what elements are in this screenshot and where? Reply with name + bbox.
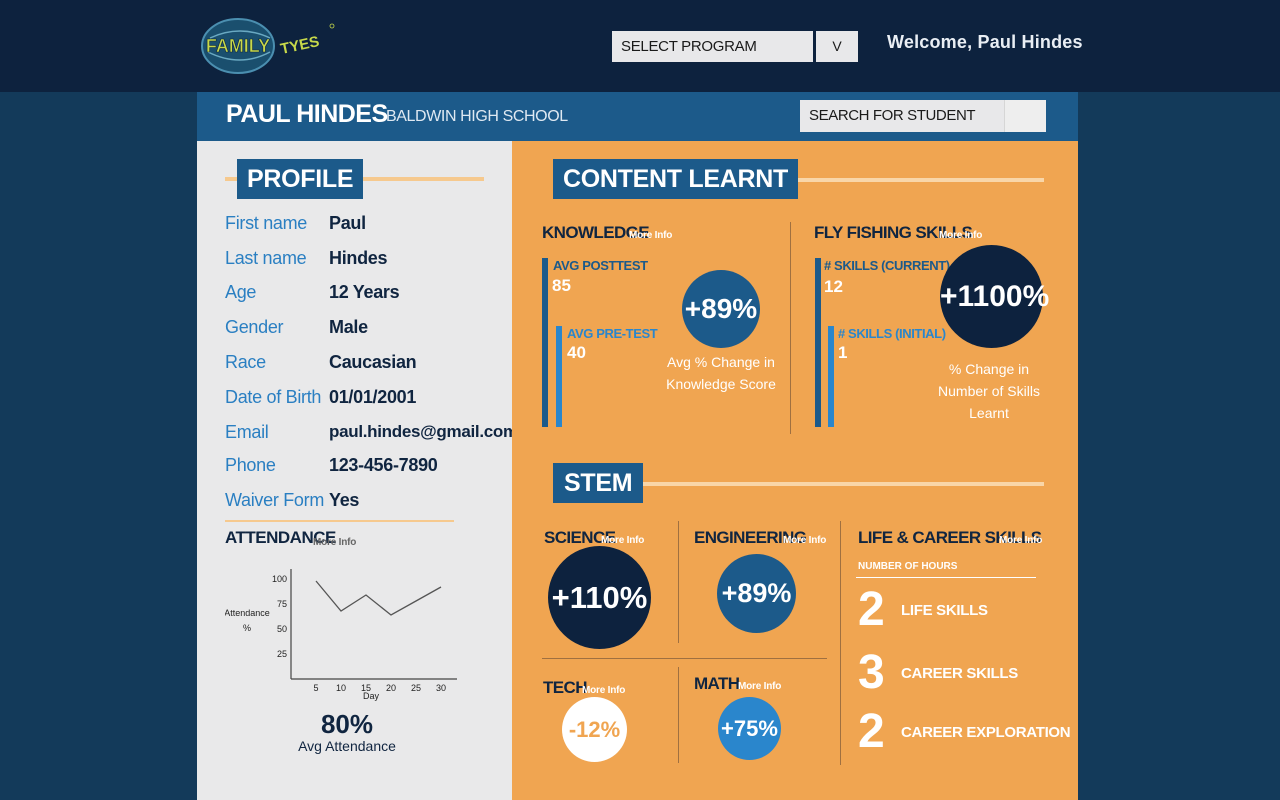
program-select[interactable]: SELECT PROGRAM bbox=[612, 31, 813, 62]
attendance-x-tick-label: 5 bbox=[313, 683, 318, 693]
knowledge-more-info-link[interactable]: More Info bbox=[629, 230, 672, 241]
profile-value: 12 Years bbox=[329, 282, 400, 302]
life-career-more-info-link[interactable]: More Info bbox=[999, 535, 1042, 546]
attendance-x-tick-label: 30 bbox=[436, 683, 446, 693]
attendance-line bbox=[315, 580, 442, 616]
engineering-change-circle: +89% bbox=[717, 554, 796, 633]
skills-initial-value: 1 bbox=[838, 343, 848, 362]
attendance-y-axis-label: Attendance% bbox=[225, 608, 270, 633]
stem-divider bbox=[840, 521, 841, 765]
profile-label: Gender bbox=[225, 317, 284, 337]
content-learnt-title: CONTENT LEARNT bbox=[553, 159, 798, 199]
stem-hdivider bbox=[542, 658, 827, 659]
avg-attendance-label: Avg Attendance bbox=[298, 738, 396, 754]
skills-current-value: 12 bbox=[824, 277, 843, 296]
metrics-panel: CONTENT LEARNT KNOWLEDGE More Info AVG P… bbox=[512, 141, 1078, 800]
hours-subtitle-line bbox=[856, 577, 1036, 578]
welcome-text: Welcome, Paul Hindes bbox=[887, 32, 1083, 52]
profile-value: Caucasian bbox=[329, 352, 417, 372]
profile-value: 01/01/2001 bbox=[329, 387, 417, 407]
school-name: BALDWIN HIGH SCHOOL bbox=[386, 108, 568, 125]
skills-initial-bar bbox=[828, 326, 834, 427]
stem-divider bbox=[678, 667, 679, 763]
attendance-x-tick-label: 10 bbox=[336, 683, 346, 693]
career-skills-hours: 3 bbox=[858, 646, 885, 699]
profile-title: PROFILE bbox=[237, 159, 364, 199]
science-more-info-link[interactable]: More Info bbox=[601, 535, 644, 546]
profile-label: Age bbox=[225, 282, 257, 302]
profile-value[interactable]: paul.hindes@gmail.com bbox=[329, 422, 518, 442]
attendance-y-tick-label: 75 bbox=[277, 599, 287, 609]
knowledge-change-circle: +89% bbox=[682, 270, 760, 348]
profile-label: Email bbox=[225, 422, 269, 442]
attendance-x-axis-label: Day bbox=[363, 691, 380, 701]
tech-change-circle: -12% bbox=[562, 697, 627, 762]
pretest-value: 40 bbox=[567, 343, 586, 362]
skills-current-label: # SKILLS (CURRENT) bbox=[824, 258, 950, 273]
attendance-y-tick-label: 25 bbox=[277, 649, 287, 659]
family-ties-logo[interactable]: FAMILY TYES bbox=[200, 16, 336, 76]
skills-current-bar bbox=[815, 258, 821, 427]
skills-initial-label: # SKILLS (INITIAL) bbox=[838, 326, 946, 341]
posttest-value: 85 bbox=[552, 276, 571, 295]
attendance-x-tick-label: 25 bbox=[411, 683, 421, 693]
profile-label: Waiver Form bbox=[225, 490, 325, 510]
tech-more-info-link[interactable]: More Info bbox=[582, 685, 625, 696]
attendance-chart: Attendance% 2550751005 10 15 20 25 30 Day bbox=[225, 569, 457, 701]
profile-label: Date of Birth bbox=[225, 387, 322, 407]
profile-label: Phone bbox=[225, 455, 276, 475]
fly-fishing-more-info-link[interactable]: More Info bbox=[939, 230, 982, 241]
math-more-info-link[interactable]: More Info bbox=[738, 681, 781, 692]
profile-value: Male bbox=[329, 317, 368, 337]
knowledge-change-caption: Avg % Change in bbox=[667, 354, 775, 370]
student-bar: PAUL HINDES BALDWIN HIGH SCHOOL SEARCH F… bbox=[197, 92, 1078, 141]
search-button[interactable] bbox=[1004, 100, 1046, 132]
student-name: PAUL HINDES bbox=[226, 100, 388, 128]
profile-value: Hindes bbox=[329, 248, 388, 268]
profile-value: Paul bbox=[329, 213, 366, 233]
skills-change-caption: Number of Skills bbox=[938, 383, 1040, 399]
career-skills-label: CAREER SKILLS bbox=[901, 665, 1018, 682]
profile-label: First name bbox=[225, 213, 308, 233]
stem-title: STEM bbox=[553, 463, 644, 503]
pretest-label: AVG PRE-TEST bbox=[567, 326, 658, 341]
science-change-circle: +110% bbox=[548, 546, 651, 649]
avg-attendance-value: 80% bbox=[320, 709, 374, 739]
attendance-y-tick-label: 100 bbox=[272, 574, 287, 584]
stem-divider bbox=[678, 521, 679, 643]
profile-panel: PROFILE First name Paul Last name Hindes… bbox=[197, 141, 518, 800]
profile-value: 123-456-7890 bbox=[329, 455, 438, 475]
skills-change-caption: % Change in bbox=[948, 361, 1030, 377]
math-title: MATH bbox=[694, 674, 740, 693]
profile-label: Last name bbox=[225, 248, 307, 268]
career-exploration-label: CAREER EXPLORATION bbox=[901, 724, 1071, 741]
dashboard: PAUL HINDES BALDWIN HIGH SCHOOL SEARCH F… bbox=[197, 92, 1078, 800]
attendance-y-tick-label: 50 bbox=[277, 624, 287, 634]
skills-change-caption: Learnt bbox=[969, 405, 1009, 421]
attendance-x-tick-label: 20 bbox=[386, 683, 396, 693]
posttest-bar bbox=[542, 258, 548, 427]
life-skills-hours: 2 bbox=[858, 583, 885, 636]
attendance-y-axis-label-part: Attendance bbox=[225, 608, 270, 618]
posttest-label: AVG POSTTEST bbox=[553, 258, 648, 273]
profile-value: Yes bbox=[329, 490, 360, 510]
svg-text:TYES: TYES bbox=[279, 33, 321, 58]
math-change-circle: +75% bbox=[718, 697, 781, 760]
knowledge-change-caption: Knowledge Score bbox=[666, 376, 776, 392]
hours-subtitle: NUMBER OF HOURS bbox=[858, 561, 958, 572]
life-skills-label: LIFE SKILLS bbox=[901, 602, 988, 619]
attendance-y-axis-label-part: % bbox=[243, 623, 251, 633]
tech-title: TECH bbox=[543, 678, 587, 697]
attendance-more-info-link[interactable]: More Info bbox=[313, 537, 356, 548]
profile-divider bbox=[225, 520, 454, 522]
skills-change-circle: +1100% bbox=[940, 245, 1049, 348]
pretest-bar bbox=[556, 326, 562, 427]
profile-label: Race bbox=[225, 352, 266, 372]
program-dropdown-button[interactable]: V bbox=[816, 31, 858, 62]
content-divider bbox=[790, 222, 791, 434]
career-exploration-hours: 2 bbox=[858, 705, 885, 758]
svg-text:FAMILY: FAMILY bbox=[206, 36, 270, 56]
engineering-more-info-link[interactable]: More Info bbox=[783, 535, 826, 546]
top-bar: FAMILY TYES SELECT PROGRAM V Welcome, Pa… bbox=[0, 0, 1280, 92]
